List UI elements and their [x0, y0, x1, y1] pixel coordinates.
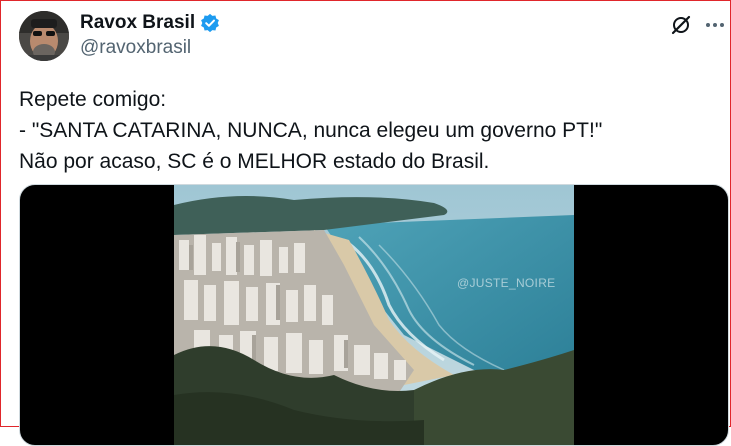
tweet-line: - "SANTA CATARINA, NUNCA, nunca elegeu u…: [19, 119, 603, 142]
author-handle[interactable]: @ravoxbrasil: [80, 37, 191, 59]
video-frame: [174, 185, 574, 445]
tweet-text: Repete comigo: - "SANTA CATARINA, NUNCA,…: [19, 84, 719, 177]
grok-icon[interactable]: [670, 14, 692, 36]
more-options-icon[interactable]: [704, 14, 726, 36]
tweet-line: Não por acaso, SC é o MELHOR estado do B…: [19, 150, 490, 173]
video-player[interactable]: @JUSTE_NOIRE: [19, 184, 729, 446]
author-name-row[interactable]: Ravox Brasil: [80, 12, 220, 34]
avatar[interactable]: [19, 11, 69, 61]
verified-badge-icon[interactable]: [200, 13, 220, 33]
author-name[interactable]: Ravox Brasil: [80, 12, 195, 34]
video-watermark: @JUSTE_NOIRE: [457, 276, 556, 290]
tweet-line: Repete comigo:: [19, 88, 167, 111]
